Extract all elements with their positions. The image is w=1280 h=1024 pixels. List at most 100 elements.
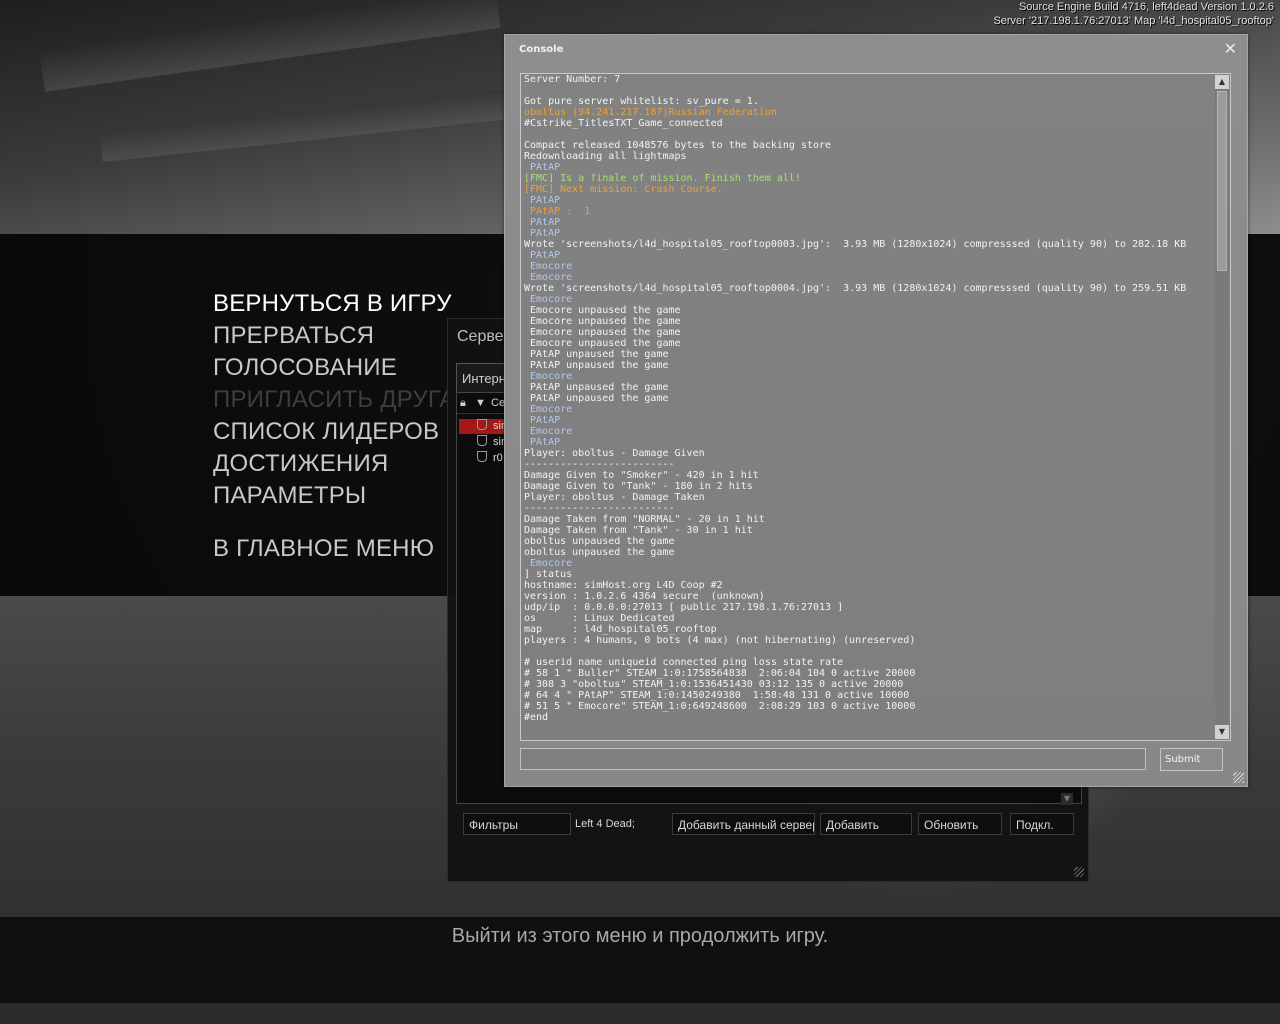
console-line: PAtAP <box>524 195 561 206</box>
menu-resume-game[interactable]: ВЕРНУТЬСЯ В ИГРУ <box>213 288 456 320</box>
console-line: Emocore <box>524 294 573 305</box>
console-line: PAtAP unpaused the game <box>524 393 669 404</box>
console-log: Server Number: 7 Got pure server whitelis… <box>524 74 1214 723</box>
console-title: Console <box>519 44 564 55</box>
console-line: Damage Given to "Tank" - 180 in 2 hits <box>524 481 753 492</box>
menu-hint-text: Выйти из этого меню и продолжить игру. <box>451 925 829 947</box>
console-line: Wrote 'screenshots/l4d_hospital05_roofto… <box>524 283 1187 294</box>
console-line: hostname: simHost.org L4D Coop #2 <box>524 580 723 591</box>
add-server-button[interactable]: Добавить <box>820 813 912 835</box>
console-line: PAtAP <box>524 228 561 239</box>
menu-main-menu[interactable]: В ГЛАВНОЕ МЕНЮ <box>213 533 456 565</box>
console-line: ------------------------- <box>524 459 675 470</box>
resize-grip-icon[interactable] <box>1233 772 1244 783</box>
pause-menu: ВЕРНУТЬСЯ В ИГРУ ПРЕРВАТЬСЯ ГОЛОСОВАНИЕ … <box>213 288 456 565</box>
resize-grip-icon[interactable] <box>1074 867 1084 877</box>
scroll-down-arrow-icon[interactable]: ▼ <box>1061 793 1073 805</box>
console-line: players : 4 humans, 0 bots (4 max) (not … <box>524 635 916 646</box>
menu-vote[interactable]: ГОЛОСОВАНИЕ <box>213 352 456 384</box>
shield-icon <box>477 419 487 430</box>
console-line: udp/ip : 0.0.0.0:27013 [ public 217.198.… <box>524 602 844 613</box>
console-line: Emocore unpaused the game <box>524 338 681 349</box>
menu-spacer <box>213 512 456 533</box>
menu-options[interactable]: ПАРАМЕТРЫ <box>213 480 456 512</box>
lock-icon[interactable]: 🔒︎ <box>460 393 466 413</box>
console-line: #Cstrike_TitlesTXT_Game_connected <box>524 118 723 129</box>
console-line: oboltus (94.241.217.187)Russian Federati… <box>524 107 777 118</box>
console-line: Server Number: 7 <box>524 74 621 85</box>
console-line: # 64 4 " PAtAP" STEAM_1:0:1450249380 1:5… <box>524 690 910 701</box>
console-line: PAtAP unpaused the game <box>524 360 669 371</box>
build-version: Source Engine Build 4716, left4dead Vers… <box>1018 1 1274 13</box>
console-line: oboltus unpaused the game <box>524 547 675 558</box>
console-line: [FMC] Next mission: Crash Course. <box>524 184 723 195</box>
shield-icon[interactable]: ▼ <box>475 393 486 413</box>
menu-leaderboards[interactable]: СПИСОК ЛИДЕРОВ <box>213 416 456 448</box>
console-line: PAtAP <box>524 437 561 448</box>
refresh-button[interactable]: Обновить <box>918 813 1002 835</box>
connect-button[interactable]: Подкл. <box>1010 813 1074 835</box>
background-beam <box>99 88 521 162</box>
console-line: oboltus unpaused the game <box>524 536 675 547</box>
menu-invite-friend[interactable]: ПРИГЛАСИТЬ ДРУГА <box>213 384 456 416</box>
console-line: ------------------------- <box>524 503 675 514</box>
console-scrollbar[interactable]: ▲ ▼ <box>1215 75 1229 739</box>
console-command-input[interactable] <box>520 748 1146 770</box>
build-info: Source Engine Build 4716, left4dead Vers… <box>993 0 1274 28</box>
console-line: Emocore <box>524 558 573 569</box>
close-icon[interactable]: ✕ <box>1224 41 1237 57</box>
console-line: Emocore <box>524 371 573 382</box>
console-line: Emocore <box>524 426 573 437</box>
server-name: r0 <box>493 452 503 464</box>
console-line: Compact released 1048576 bytes to the ba… <box>524 140 832 151</box>
console-window: Console ✕ Server Number: 7 Got pure serve… <box>504 34 1248 787</box>
console-line: Got pure server whitelist: sv_pure = 1. <box>524 96 759 107</box>
scrollbar-thumb[interactable] <box>1217 91 1227 271</box>
filters-button[interactable]: Фильтры <box>463 813 571 835</box>
console-line: Player: oboltus - Damage Taken <box>524 492 705 503</box>
server-map-info: Server '217.198.1.76:27013' Map 'l4d_hos… <box>993 15 1274 27</box>
console-line: [FMC] Is a finale of mission. Finish the… <box>524 173 801 184</box>
game-filter-label: Left 4 Dead; <box>575 818 635 830</box>
console-line: Emocore unpaused the game <box>524 327 681 338</box>
console-line: # userid name uniqueid connected ping lo… <box>524 657 844 668</box>
console-line: Emocore unpaused the game <box>524 316 681 327</box>
console-line: PAtAP : 1 <box>524 206 591 217</box>
submit-button[interactable]: Submit <box>1160 748 1223 771</box>
scroll-down-arrow-icon[interactable]: ▼ <box>1215 725 1229 739</box>
console-line: Wrote 'screenshots/l4d_hospital05_roofto… <box>524 239 1187 250</box>
console-line: Damage Taken from "NORMAL" - 20 in 1 hit <box>524 514 765 525</box>
background-beam <box>39 0 501 92</box>
console-output[interactable]: Server Number: 7 Got pure server whitelis… <box>520 73 1231 741</box>
menu-achievements[interactable]: ДОСТИЖЕНИЯ <box>213 448 456 480</box>
console-line: # 308 3 "oboltus" STEAM_1:0:1536451430 0… <box>524 679 904 690</box>
console-line: # 58 1 " Buller" STEAM_1:0:1758564838 2:… <box>524 668 916 679</box>
scroll-up-arrow-icon[interactable]: ▲ <box>1215 75 1229 89</box>
console-line: PAtAP <box>524 217 561 228</box>
console-line: # 51 5 " Emocore" STEAM_1:0:649248600 2:… <box>524 701 916 712</box>
console-line: Player: oboltus - Damage Given <box>524 448 705 459</box>
console-line: Emocore <box>524 404 573 415</box>
console-line: os : Linux Dedicated <box>524 613 675 624</box>
console-line: ] status <box>524 569 573 580</box>
console-line: Emocore <box>524 261 573 272</box>
shield-icon <box>477 451 487 462</box>
console-line: map : l4d_hospital05_rooftop <box>524 624 717 635</box>
console-line: PAtAP <box>524 162 561 173</box>
add-current-server-button[interactable]: Добавить данный сервер <box>672 813 815 835</box>
console-line: PAtAP unpaused the game <box>524 382 669 393</box>
console-line: PAtAP <box>524 415 561 426</box>
console-line: #end <box>524 712 549 723</box>
console-line: version : 1.0.2.6 4364 secure (unknown) <box>524 591 765 602</box>
console-line: PAtAP unpaused the game <box>524 349 669 360</box>
menu-disconnect[interactable]: ПРЕРВАТЬСЯ <box>213 320 456 352</box>
console-line: Emocore <box>524 272 573 283</box>
console-line: Damage Given to "Smoker" - 420 in 1 hit <box>524 470 759 481</box>
console-line: PAtAP <box>524 250 561 261</box>
shield-icon <box>477 435 487 446</box>
console-line: Redownloading all lightmaps <box>524 151 687 162</box>
console-line: Damage Taken from "Tank" - 30 in 1 hit <box>524 525 753 536</box>
